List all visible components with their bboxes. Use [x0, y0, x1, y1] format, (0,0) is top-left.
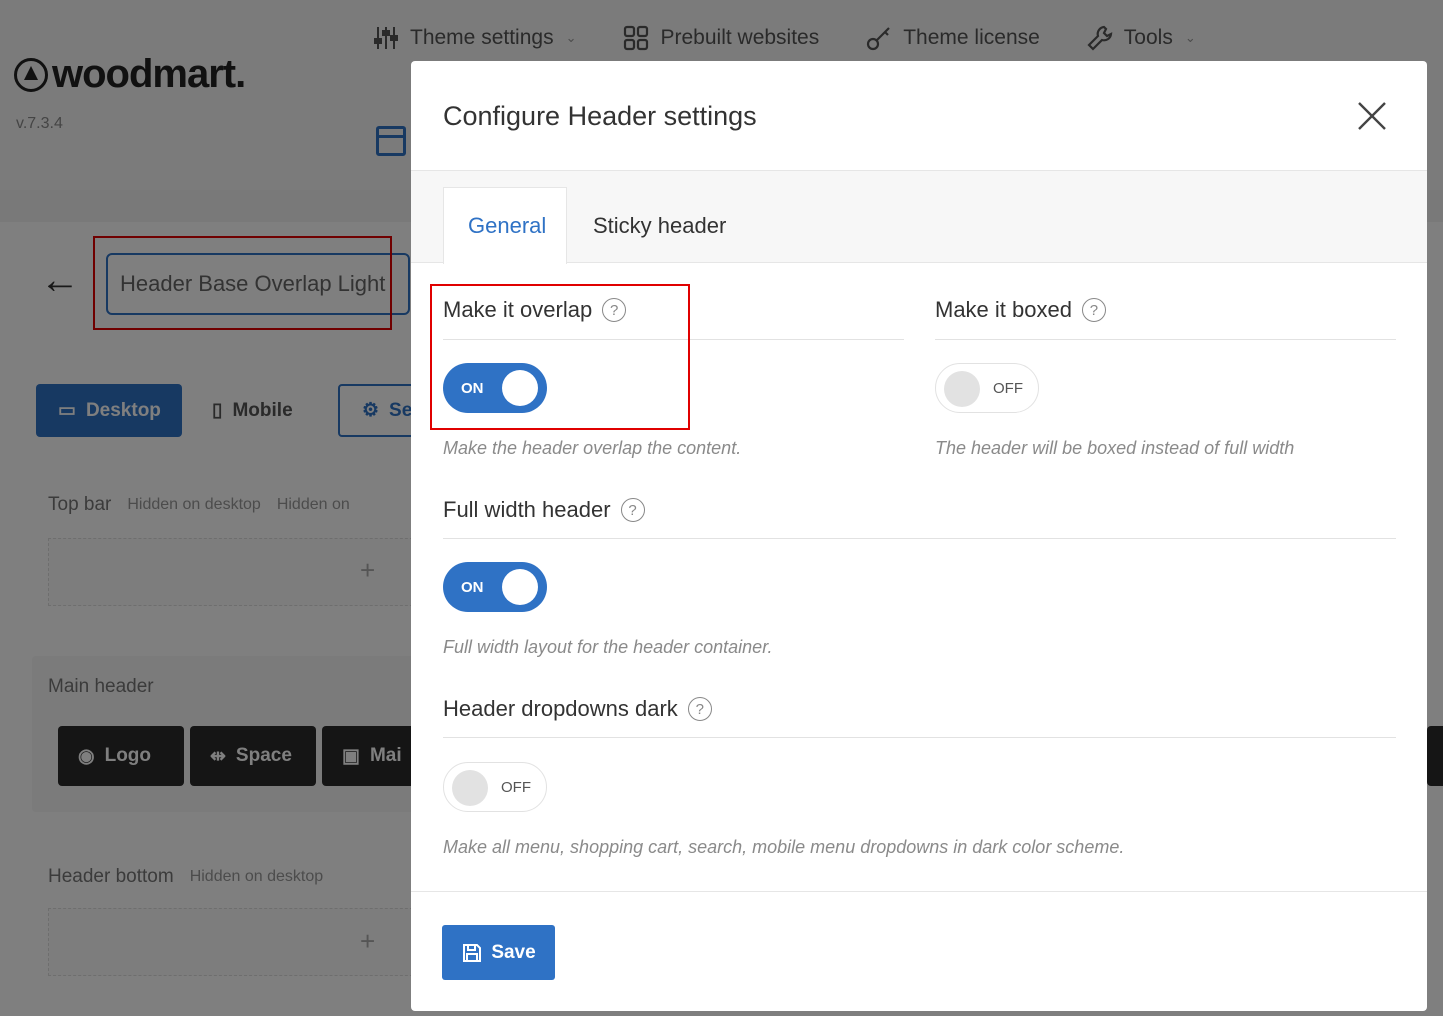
toggle-state-label: ON — [461, 578, 484, 596]
setting-description: The header will be boxed instead of full… — [935, 438, 1295, 458]
help-icon[interactable]: ? — [687, 697, 712, 721]
full-width-toggle[interactable]: ON — [443, 562, 547, 612]
save-label: Save — [491, 941, 536, 963]
setting-title: Make it boxed — [935, 297, 1072, 322]
setting-make-it-boxed: Make it boxed ? OFF The header will be b… — [935, 297, 1396, 467]
toggle-state-label: OFF — [993, 379, 1023, 397]
setting-title-row: Header dropdowns dark ? — [443, 696, 712, 722]
modal-footer-divider — [411, 891, 1427, 892]
tab-sticky-header[interactable]: Sticky header — [569, 187, 750, 264]
toggle-knob — [452, 770, 488, 806]
divider — [443, 737, 1396, 738]
toggle-state-label: OFF — [501, 778, 531, 796]
boxed-toggle[interactable]: OFF — [935, 363, 1039, 413]
setting-title: Header dropdowns dark — [443, 696, 678, 721]
modal-tabs: General Sticky header — [411, 171, 1427, 264]
setting-full-width-header: Full width header ? ON Full width layout… — [443, 497, 1396, 667]
setting-title-row: Make it boxed ? — [935, 297, 1106, 323]
modal-title: Configure Header settings — [443, 101, 757, 131]
floppy-disk-icon — [463, 943, 482, 962]
setting-header-dropdowns-dark: Header dropdowns dark ? OFF Make all men… — [443, 696, 1396, 866]
toggle-knob — [502, 569, 538, 605]
configure-header-modal: Configure Header settings General Sticky… — [411, 61, 1427, 1011]
divider — [443, 538, 1396, 539]
help-icon[interactable]: ? — [1081, 298, 1106, 322]
setting-description: Make all menu, shopping cart, search, mo… — [443, 837, 1125, 857]
setting-description: Full width layout for the header contain… — [443, 637, 773, 657]
setting-title-row: Full width header ? — [443, 497, 645, 523]
toggle-knob — [944, 371, 980, 407]
dropdowns-dark-toggle[interactable]: OFF — [443, 762, 547, 812]
tab-general[interactable]: General — [443, 187, 567, 264]
setting-title: Full width header — [443, 497, 611, 522]
help-icon[interactable]: ? — [620, 498, 645, 522]
setting-description: Make the header overlap the content. — [443, 438, 742, 458]
save-button[interactable]: Save — [442, 925, 555, 980]
close-icon[interactable] — [1353, 97, 1391, 135]
overlap-highlight-box — [430, 284, 690, 430]
modal-header: Configure Header settings — [411, 61, 1427, 171]
divider — [935, 339, 1396, 340]
